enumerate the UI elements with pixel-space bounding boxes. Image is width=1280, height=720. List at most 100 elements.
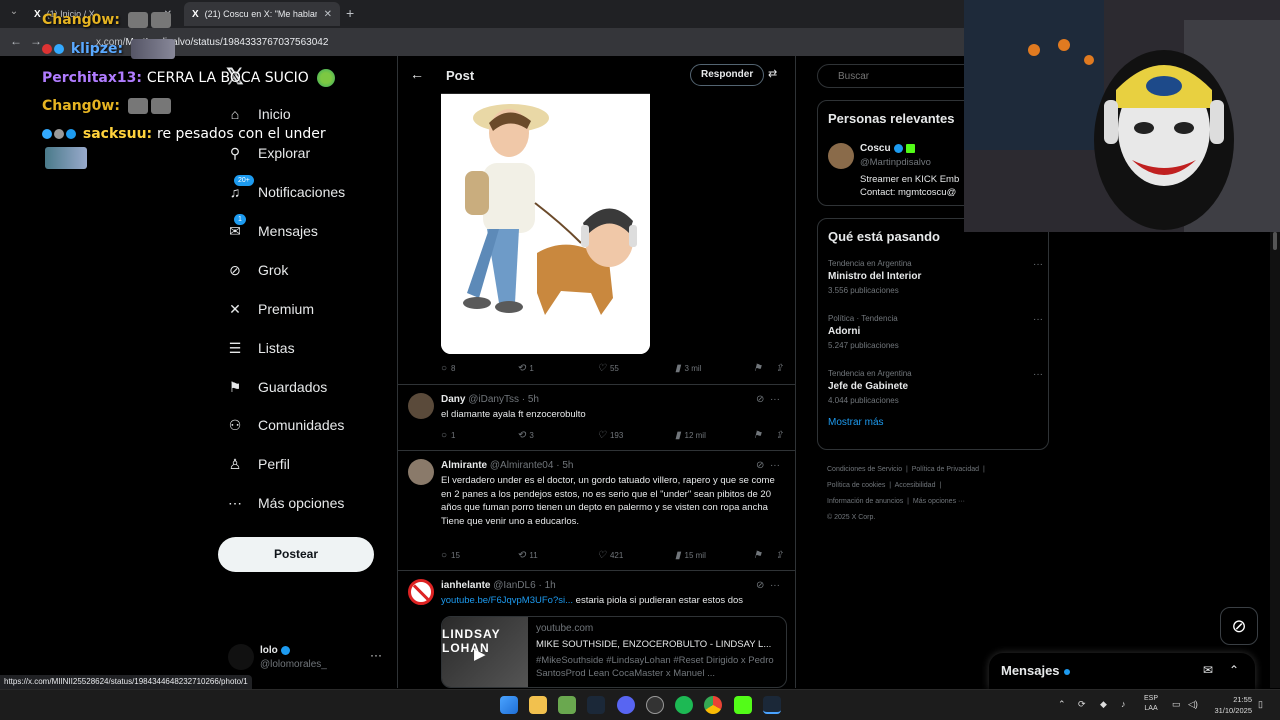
reply-action[interactable]: ○ 8 xyxy=(441,363,456,374)
steam-icon[interactable] xyxy=(763,696,781,714)
forward-icon[interactable]: → xyxy=(30,34,42,48)
new-message-icon[interactable]: ✉ xyxy=(1203,663,1213,677)
tab-coscu[interactable]: X (21) Coscu en X: "Me hablaron ✕ xyxy=(184,2,340,26)
bookmark-icon[interactable]: ⚑ xyxy=(753,550,762,561)
language-indicator[interactable]: ESP LAA xyxy=(1144,694,1158,714)
views-action[interactable]: ▮ 15 mil xyxy=(675,550,706,561)
app-icon[interactable] xyxy=(558,696,576,714)
footer-row: Condiciones de Servicio | Política de Pr… xyxy=(827,466,985,473)
footer-link[interactable]: Información de anuncios xyxy=(827,498,903,505)
nav-item-guardados[interactable]: ⚑ Guardados xyxy=(226,378,328,396)
kick-app-icon[interactable] xyxy=(734,696,752,714)
nav-item-comunidades[interactable]: ⚇ Comunidades xyxy=(226,416,345,434)
nav-item-premium[interactable]: ✕ Premium xyxy=(226,300,314,318)
tab-search-icon[interactable]: ⌄ xyxy=(6,6,22,22)
chrome-icon[interactable] xyxy=(704,696,722,714)
show-more-link[interactable]: Mostrar más xyxy=(828,417,884,428)
start-icon[interactable] xyxy=(500,696,518,714)
grok-icon[interactable]: ⊘ xyxy=(756,460,764,471)
discord-icon[interactable] xyxy=(617,696,635,714)
bookmark-icon[interactable]: ⚑ xyxy=(753,430,762,441)
reply-item[interactable]: Almirante @Almirante04 · 5h ⊘ ··· El ver… xyxy=(398,451,795,569)
footer-link[interactable]: Más opciones ··· xyxy=(913,498,965,505)
reply-action[interactable]: ○ 15 xyxy=(441,550,460,561)
reply-link[interactable]: youtube.be/F6JqvpM3UFo?si... xyxy=(441,595,573,606)
play-icon[interactable]: ▶ xyxy=(474,645,494,663)
more-icon[interactable]: ··· xyxy=(370,648,382,662)
avatar[interactable] xyxy=(408,393,434,419)
filter-icon[interactable]: ⇄ xyxy=(768,67,777,80)
avatar[interactable] xyxy=(828,143,854,169)
trend-item[interactable]: Tendencia en Argentina Jefe de Gabinete … xyxy=(828,369,1043,405)
steam-icon[interactable] xyxy=(587,696,605,714)
grok-fab-button[interactable]: ⊘ xyxy=(1220,607,1258,645)
reply-author[interactable]: ianhelante xyxy=(441,580,490,591)
clock[interactable]: 21:55 31/10/2025 xyxy=(1206,694,1252,716)
footer-link[interactable]: Condiciones de Servicio xyxy=(827,466,902,473)
footer-link[interactable]: Política de Privacidad xyxy=(912,466,979,473)
spotify-icon[interactable] xyxy=(675,696,693,714)
reply-author[interactable]: Almirante xyxy=(441,460,487,471)
video-thumbnail[interactable]: LINDSAY LOHAN ▶ xyxy=(442,617,528,687)
repost-action[interactable]: ⟲ 11 xyxy=(517,550,538,561)
nav-item-mas-opciones[interactable]: ⋯ Más opciones xyxy=(226,494,344,512)
reply-button[interactable]: Responder xyxy=(690,64,765,86)
grok-icon[interactable]: ⊘ xyxy=(756,394,764,405)
back-arrow-icon[interactable]: ← xyxy=(410,66,424,82)
like-action[interactable]: ♡ 421 xyxy=(597,550,623,561)
nav-item-notificaciones[interactable]: ♫ 20+ Notificaciones xyxy=(226,175,345,201)
file-explorer-icon[interactable] xyxy=(529,696,547,714)
repost-action[interactable]: ⟲ 3 xyxy=(517,430,534,441)
like-action[interactable]: ♡ 55 xyxy=(597,363,619,374)
tray-app-icon[interactable]: ⟳ xyxy=(1078,699,1086,710)
avatar[interactable] xyxy=(408,579,434,605)
more-icon[interactable]: ··· xyxy=(770,460,780,471)
more-icon[interactable]: ··· xyxy=(1033,259,1043,270)
nav-item-explorar[interactable]: ⚲ Explorar xyxy=(226,144,310,162)
post-image[interactable] xyxy=(441,93,650,354)
account-switcher[interactable]: lolo @lolomorales_ ··· xyxy=(228,642,388,674)
more-icon[interactable]: ··· xyxy=(770,394,780,405)
like-action[interactable]: ♡ 193 xyxy=(597,430,623,441)
volume-icon[interactable]: ◁) xyxy=(1188,699,1198,710)
share-icon[interactable]: ⇪ xyxy=(775,363,783,374)
post-button[interactable]: Postear xyxy=(218,537,374,572)
trend-item[interactable]: Tendencia en Argentina Ministro del Inte… xyxy=(828,259,1043,295)
footer-link[interactable]: Accesibilidad xyxy=(895,482,936,489)
avatar[interactable] xyxy=(408,459,434,485)
scroll-thumb[interactable] xyxy=(1273,232,1277,250)
views-action[interactable]: ▮ 12 mil xyxy=(675,430,706,441)
trend-item[interactable]: Política · Tendencia Adorni 5.247 public… xyxy=(828,314,1043,350)
nav-item-grok[interactable]: ⊘ Grok xyxy=(226,261,288,279)
expand-icon[interactable]: ⌃ xyxy=(1229,663,1239,677)
youtube-card[interactable]: LINDSAY LOHAN ▶ youtube.com MIKE SOUTHSI… xyxy=(441,616,787,688)
notifications-icon[interactable]: ▯ xyxy=(1258,699,1263,710)
relevant-name[interactable]: Coscu xyxy=(860,143,915,154)
microphone-icon[interactable]: ♪ xyxy=(1121,699,1126,709)
more-icon[interactable]: ··· xyxy=(770,580,780,591)
reply-action[interactable]: ○ 1 xyxy=(441,430,456,441)
footer-link[interactable]: Política de cookies xyxy=(827,482,885,489)
repost-action[interactable]: ⟲ 1 xyxy=(517,363,534,374)
back-icon[interactable]: ← xyxy=(10,34,22,48)
nav-item-perfil[interactable]: ♙ Perfil xyxy=(226,455,290,473)
more-icon[interactable]: ··· xyxy=(1033,369,1043,380)
network-icon[interactable]: ▭ xyxy=(1172,699,1181,710)
reply-item[interactable]: Dany @iDanyTss · 5h ⊘ ··· el diamante ay… xyxy=(398,385,795,449)
tray-expand-icon[interactable]: ⌃ xyxy=(1058,699,1066,710)
nav-item-listas[interactable]: ☰ Listas xyxy=(226,339,295,357)
nav-item-inicio[interactable]: ⌂ Inicio xyxy=(226,105,291,123)
messages-drawer[interactable]: Mensajes ✉ ⌃ xyxy=(989,653,1255,689)
tray-app-icon[interactable]: ◆ xyxy=(1100,699,1107,710)
share-icon[interactable]: ⇪ xyxy=(775,430,783,441)
reply-author[interactable]: Dany xyxy=(441,394,465,405)
new-tab-button[interactable]: + xyxy=(346,5,354,21)
bookmark-icon[interactable]: ⚑ xyxy=(753,363,762,374)
share-icon[interactable]: ⇪ xyxy=(775,550,783,561)
nav-item-mensajes[interactable]: ✉ 1 Mensajes xyxy=(226,214,318,240)
close-tab-icon[interactable]: ✕ xyxy=(324,9,332,20)
grok-icon[interactable]: ⊘ xyxy=(756,580,764,591)
obs-icon[interactable] xyxy=(646,696,664,714)
more-icon[interactable]: ··· xyxy=(1033,314,1043,325)
views-action[interactable]: ▮ 3 mil xyxy=(675,363,701,374)
